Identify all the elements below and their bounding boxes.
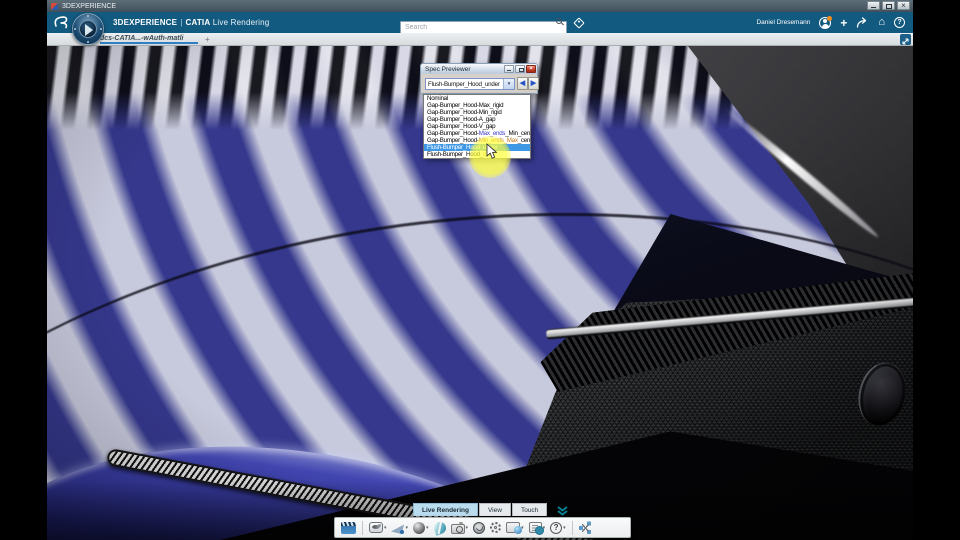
dialog-minimize-button[interactable] — [504, 65, 514, 73]
dialog-title: Spec Previewer — [425, 65, 471, 73]
document-tab-bar: dcs-CATIA...-wAuth-matli + — [47, 33, 913, 46]
document-tab[interactable]: dcs-CATIA...-wAuth-matli — [100, 35, 183, 42]
brand-app-name: Live Rendering — [212, 18, 270, 27]
dialog-maximize-button[interactable] — [515, 65, 525, 73]
spec-option-list: Nominal Gap-Bumper_Hood-Max_rigid Gap-Bump… — [423, 94, 531, 159]
tab-view[interactable]: View — [478, 503, 511, 516]
dialog-title-bar[interactable]: Spec Previewer × — [420, 63, 538, 74]
spec-option[interactable]: Gap-Bumper_Hood-V_gap — [424, 123, 530, 130]
environment-button[interactable]: ▾ — [368, 519, 388, 536]
materials-icon — [413, 521, 426, 534]
batch-render-button[interactable]: ▾ — [528, 519, 547, 536]
render-button[interactable] — [472, 519, 486, 536]
batch-render-icon — [528, 522, 544, 535]
spec-option[interactable]: Gap-Bumper_Hood-Max_rigid — [424, 102, 530, 109]
search-bar — [400, 16, 567, 34]
help-button[interactable]: ? ▾ — [549, 519, 567, 536]
camera-button[interactable]: ▾ — [450, 519, 470, 536]
app-icon — [51, 2, 58, 10]
close-button[interactable]: × — [897, 1, 910, 10]
share-button[interactable] — [578, 519, 593, 536]
lighting-icon — [392, 522, 405, 534]
expand-window-button[interactable] — [900, 34, 911, 45]
restore-button[interactable] — [882, 1, 895, 10]
screen: 3DEXPERIENCE × 3DEXPERIENCE | CATIA Live… — [0, 0, 960, 540]
brand-3dexperience: 3DEXPERIENCE — [113, 18, 178, 27]
new-tab-button[interactable]: + — [205, 35, 210, 44]
brand-title: 3DEXPERIENCE | CATIA Live Rendering — [113, 18, 270, 27]
materials-button[interactable]: ▾ — [412, 519, 430, 536]
os-title-bar: 3DEXPERIENCE × — [47, 0, 913, 12]
share-icon — [578, 522, 592, 534]
tab-touch[interactable]: Touch — [511, 503, 548, 516]
dialog-body: Flush-Bumper_Hood_under ▼ ◀ ▶ — [420, 74, 539, 94]
spec-option[interactable]: Nominal — [424, 95, 530, 102]
app-header: 3DEXPERIENCE|CATIA Live Rendering Daniel… — [47, 12, 913, 45]
spec-option[interactable]: Gap-Bumper_Hood-Min_ends_Max_center — [424, 137, 530, 144]
home-icon[interactable]: ⌂ — [878, 17, 885, 28]
toolbar-separator — [362, 520, 363, 535]
dialog-close-button[interactable]: × — [526, 65, 536, 73]
spec-previewer-dialog: Spec Previewer × Flush-Bumper_Hood_under… — [420, 63, 539, 159]
shading-icon — [431, 519, 448, 536]
settings-gear-icon — [490, 522, 502, 533]
notification-dot — [827, 15, 833, 21]
spec-option[interactable]: Gap-Bumper_Hood-A_gap — [424, 116, 530, 123]
environment-icon — [369, 522, 383, 533]
compass-icon[interactable] — [72, 13, 104, 45]
search-icon[interactable] — [556, 18, 562, 24]
add-button[interactable]: + — [840, 17, 847, 29]
spec-combo-box[interactable]: Flush-Bumper_Hood_under ▼ — [425, 78, 515, 90]
settings-gear-button[interactable] — [489, 519, 502, 536]
animation-clapper-icon — [341, 521, 356, 534]
lighting-button[interactable]: ▾ — [391, 519, 410, 536]
tag-icon[interactable] — [573, 17, 585, 29]
camera-icon — [450, 521, 465, 534]
tab-live-rendering[interactable]: Live Rendering — [413, 503, 478, 516]
os-window-title: 3DEXPERIENCE — [62, 2, 117, 10]
help-icon[interactable]: ? — [894, 17, 905, 28]
caret-down-icon: ▾ — [465, 524, 469, 531]
spec-option[interactable]: Gap-Bumper_Hood-Min_rigid — [424, 109, 530, 116]
next-spec-button[interactable]: ▶ — [528, 77, 539, 90]
toolbar-separator — [571, 520, 573, 535]
user-name: Daniel Dresemann — [756, 19, 811, 26]
scene-display-icon — [506, 522, 523, 534]
avatar-icon[interactable] — [819, 15, 833, 29]
render-icon — [473, 521, 486, 534]
spec-option[interactable]: Gap-Bumper_Hood-Max_ends_Min_center — [424, 130, 530, 137]
animation-clapper-button[interactable] — [340, 519, 357, 536]
shading-button[interactable] — [431, 519, 448, 536]
view-tab-strip: Live Rendering View Touch — [413, 503, 548, 516]
previous-spec-button[interactable]: ◀ — [517, 77, 528, 90]
spec-option[interactable]: Flush-Bumper_Hood_over — [424, 151, 530, 158]
play-icon — [85, 24, 93, 36]
render-toolbar-items: ▾ ▾ ▾ ▾ ▾ ▾? ▾ — [340, 519, 625, 536]
render-toolbar: ▾ ▾ ▾ ▾ ▾ ▾? ▾ — [334, 517, 631, 538]
chevron-down-icon[interactable] — [556, 506, 569, 516]
active-tab-underline — [100, 42, 198, 44]
spec-combo-value: Flush-Bumper_Hood_under — [428, 80, 500, 88]
help-icon: ? — [550, 521, 563, 534]
caret-down-icon: ▾ — [563, 524, 566, 531]
scene-display-button[interactable]: ▾ — [505, 519, 525, 536]
minimize-button[interactable] — [867, 1, 880, 10]
share-arrow-icon[interactable] — [856, 17, 869, 28]
caret-down-icon: ▾ — [384, 524, 387, 531]
spec-option[interactable]: Flush-Bumper_Hood_under — [424, 144, 530, 151]
caret-down-icon: ▾ — [405, 524, 409, 531]
combo-dropdown-icon[interactable]: ▼ — [503, 79, 514, 89]
caret-down-icon: ▾ — [426, 524, 429, 531]
brand-catia: CATIA — [185, 18, 211, 27]
3ds-logo — [54, 16, 68, 29]
